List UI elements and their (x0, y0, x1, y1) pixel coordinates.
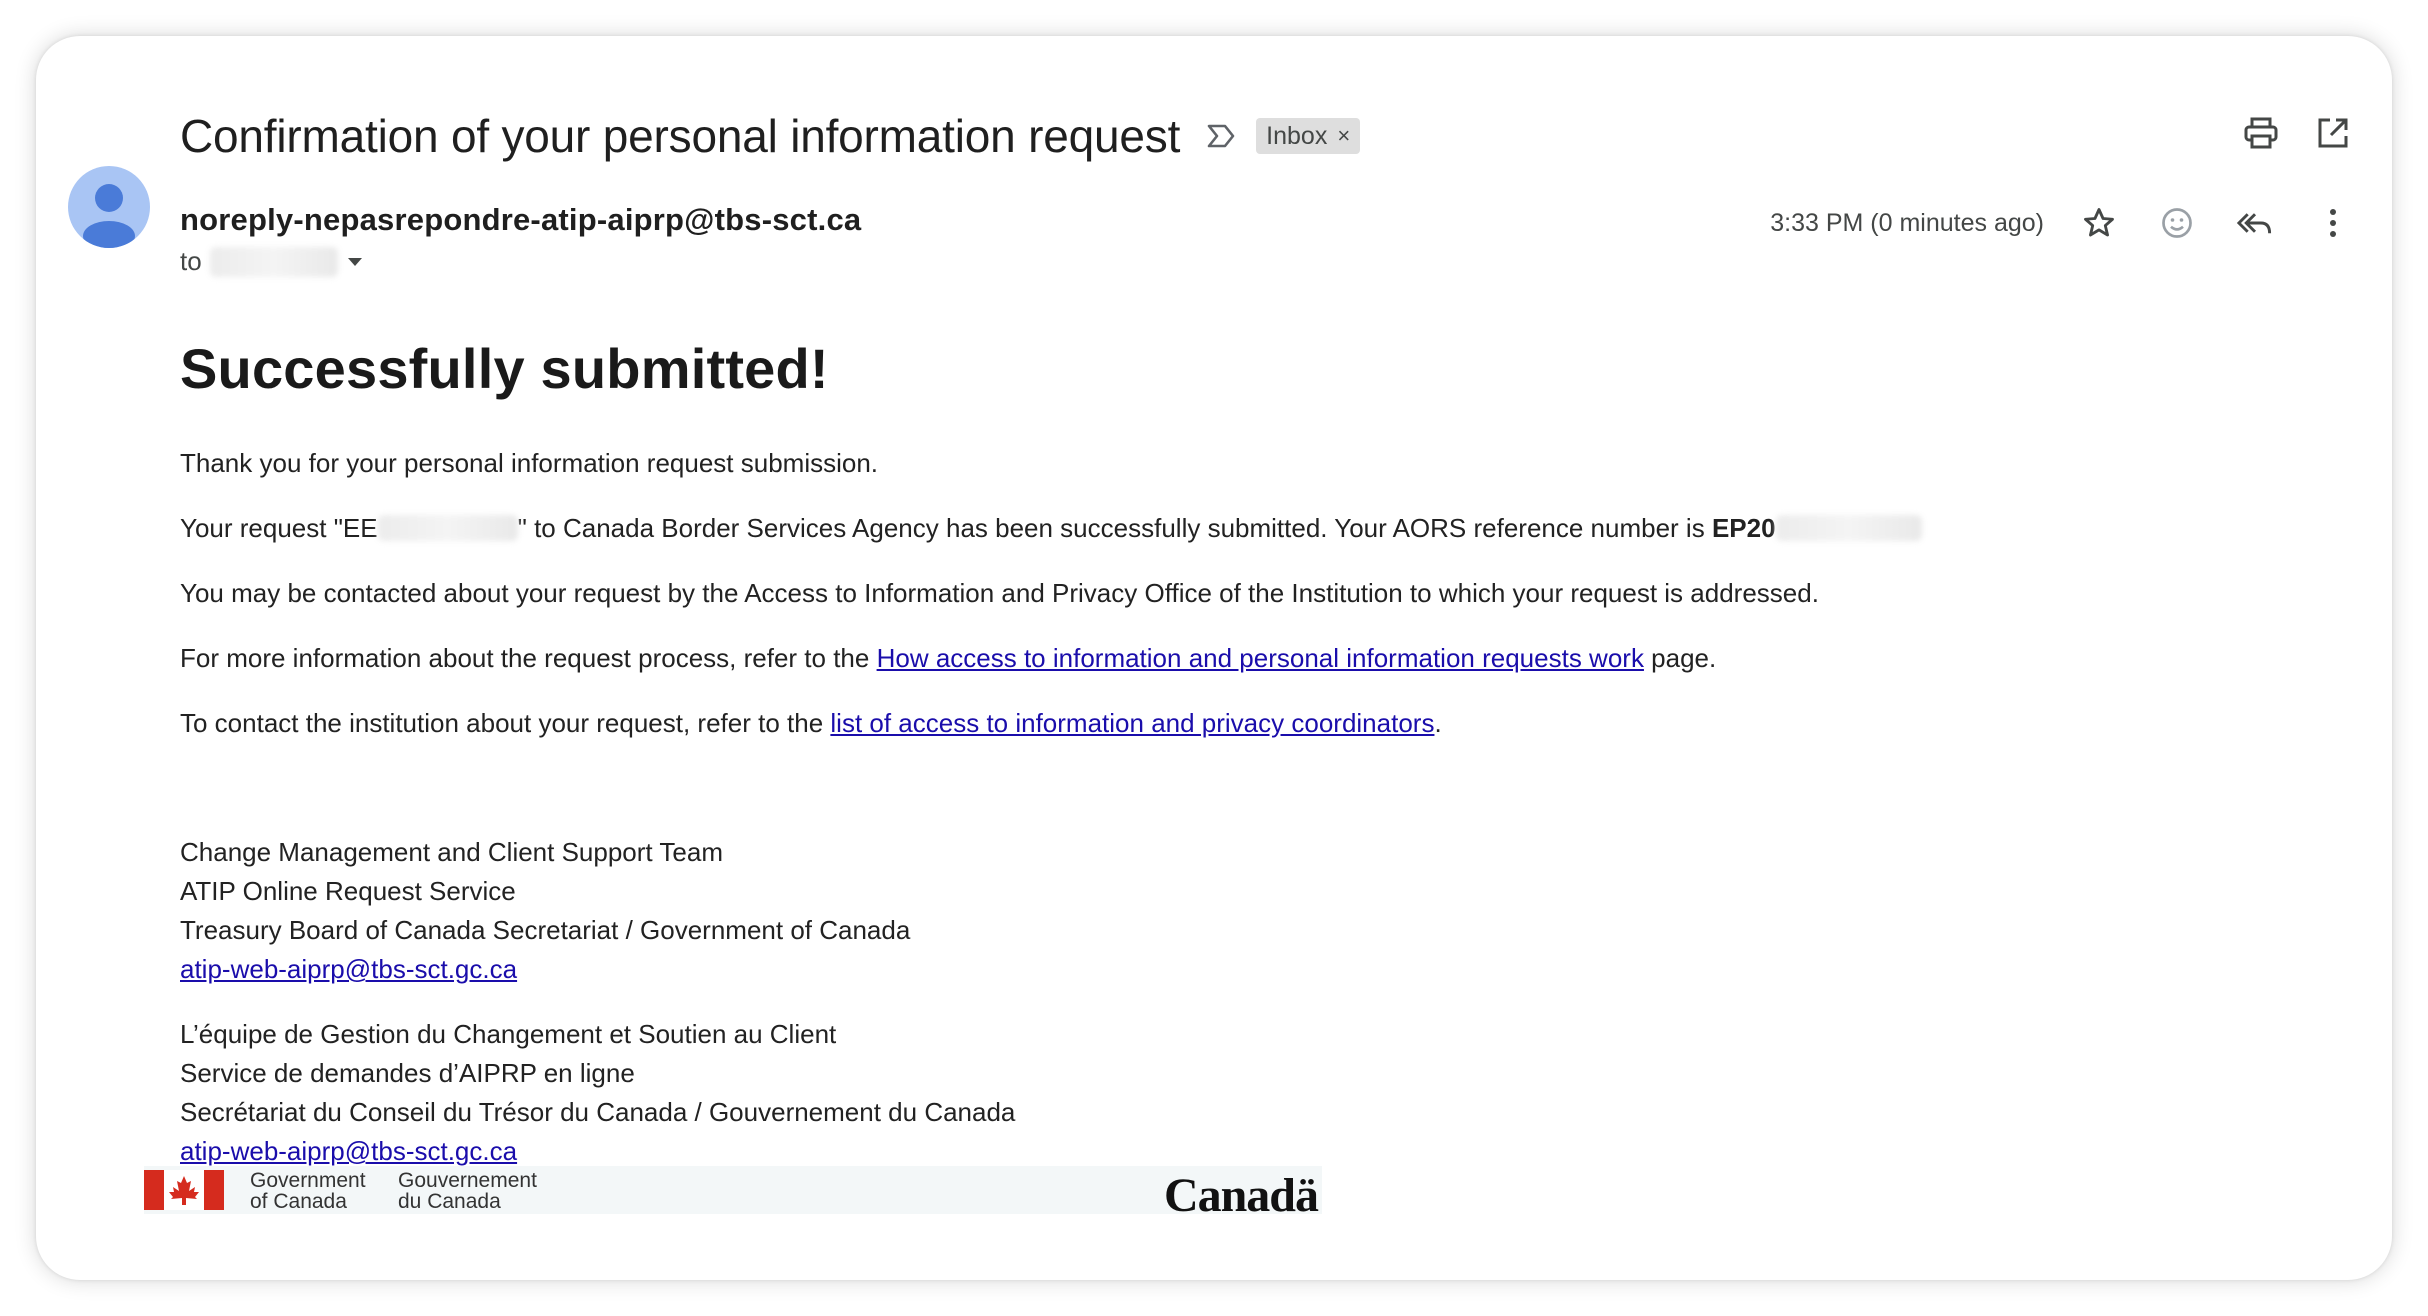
reference-number: EP20 (1711, 513, 1776, 543)
coordinators-list-link[interactable]: list of access to information and privac… (830, 708, 1434, 738)
gov-en-line1: Government (250, 1169, 366, 1192)
top-actions (2242, 114, 2352, 152)
signature-english: Change Management and Client Support Tea… (180, 833, 910, 989)
open-in-new-window-icon[interactable] (2314, 114, 2352, 152)
government-footer-banner: Government of Canada Gouvernement du Can… (144, 1166, 1322, 1222)
institution-contact-suffix: . (1434, 708, 1442, 738)
paragraph-contact-note: You may be contacted about your request … (180, 578, 1819, 608)
government-of-canada-text: Government of Canada (250, 1170, 366, 1212)
recipient-redacted (209, 246, 338, 277)
more-vert-icon[interactable] (2314, 204, 2352, 242)
gov-fr-line2: du Canada (398, 1190, 501, 1213)
email-subject: Confirmation of your personal informatio… (180, 110, 1181, 162)
request-text-prefix: Your request "EE (180, 513, 378, 543)
signature-en-service: ATIP Online Request Service (180, 876, 516, 906)
request-id-redacted (377, 515, 518, 541)
requests-info-link[interactable]: How access to information and personal i… (877, 643, 1644, 673)
gov-fr-line1: Gouvernement (398, 1169, 537, 1192)
signature-en-department: Treasury Board of Canada Secretariat / G… (180, 915, 911, 945)
recipient-details-dropdown-icon[interactable] (346, 256, 364, 268)
paragraph-more-info: For more information about the request p… (180, 643, 1716, 673)
paragraph-institution-contact: To contact the institution about your re… (180, 708, 1442, 738)
reply-all-icon[interactable] (2236, 204, 2274, 242)
avatar (68, 166, 150, 248)
subject-row: Confirmation of your personal informatio… (180, 108, 1361, 164)
importance-marker-icon[interactable] (1206, 122, 1236, 150)
signature-fr-email-link[interactable]: atip-web-aiprp@tbs-sct.gc.ca (180, 1136, 517, 1166)
canada-wordmark: Canadä (1163, 1169, 1319, 1222)
body-headline: Successfully submitted! (180, 337, 829, 400)
canada-flag-icon (144, 1170, 224, 1210)
print-icon[interactable] (2242, 114, 2280, 152)
signature-fr-team: L’équipe de Gestion du Changement et Sou… (180, 1019, 837, 1049)
paragraph-request: Your request "EE " to Canada Border Servi… (180, 513, 1922, 543)
emoji-reaction-icon[interactable] (2158, 204, 2196, 242)
request-text-mid: " to Canada Border Services Agency has b… (517, 513, 1712, 543)
timestamp: 3:33 PM (0 minutes ago) (1770, 208, 2044, 237)
more-info-prefix: For more information about the request p… (180, 643, 877, 673)
signature-fr-department: Secrétariat du Conseil du Trésor du Cana… (180, 1097, 1016, 1127)
signature-en-team: Change Management and Client Support Tea… (180, 837, 723, 867)
gov-en-line2: of Canada (250, 1190, 347, 1213)
star-icon[interactable] (2080, 204, 2118, 242)
message-meta: 3:33 PM (0 minutes ago) (1770, 204, 2352, 242)
remove-label-icon[interactable]: × (1337, 123, 1350, 149)
gouvernement-du-canada-text: Gouvernement du Canada (398, 1170, 537, 1212)
signature-fr-service: Service de demandes d’AIPRP en ligne (180, 1058, 635, 1088)
email-view: Confirmation of your personal informatio… (36, 36, 2392, 1280)
more-info-suffix: page. (1643, 643, 1717, 673)
reference-number-redacted (1775, 515, 1922, 541)
sender-address[interactable]: noreply-nepasrepondre-atip-aiprp@tbs-sct… (180, 202, 861, 238)
paragraph-thanks: Thank you for your personal information … (180, 448, 879, 478)
signature-french: L’équipe de Gestion du Changement et Sou… (180, 1015, 1015, 1171)
recipient-row: to (180, 246, 364, 277)
institution-contact-prefix: To contact the institution about your re… (180, 708, 831, 738)
to-label: to (180, 246, 202, 276)
label-chip-text: Inbox (1266, 121, 1328, 150)
signature-en-email-link[interactable]: atip-web-aiprp@tbs-sct.gc.ca (180, 954, 517, 984)
label-chip-inbox[interactable]: Inbox × (1256, 118, 1361, 154)
